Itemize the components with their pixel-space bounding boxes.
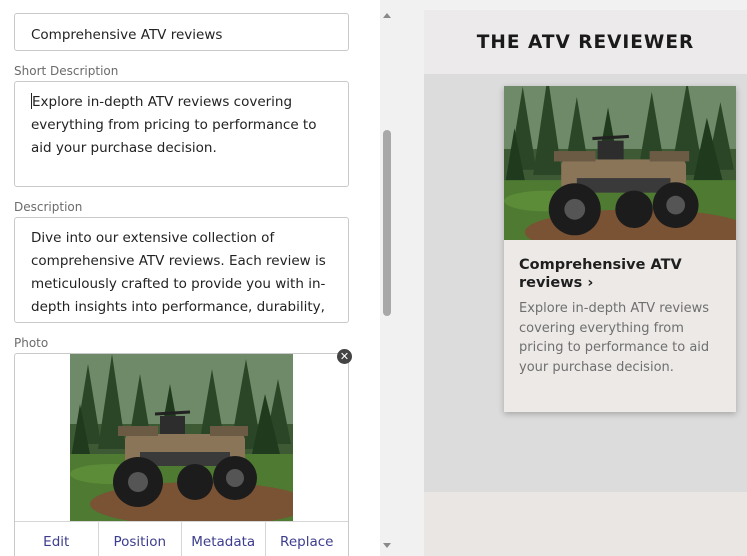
scrollbar-thumb[interactable]	[383, 130, 391, 316]
photo-label: Photo	[14, 336, 49, 350]
review-card[interactable]: Comprehensive ATV reviews › Explore in-d…	[504, 86, 736, 412]
scroll-up-icon[interactable]	[383, 13, 391, 18]
photo-metadata-button[interactable]: Metadata	[182, 522, 266, 556]
close-circle-icon[interactable]: ✕	[337, 349, 352, 364]
short-description-label: Short Description	[14, 64, 119, 78]
short-description-textarea[interactable]: Explore in-depth ATV reviews covering ev…	[14, 81, 349, 187]
card-description: Explore in-depth ATV reviews covering ev…	[519, 301, 710, 375]
photo-edit-button[interactable]: Edit	[15, 522, 99, 556]
photo-position-button[interactable]: Position	[99, 522, 182, 556]
editor-panel: Comprehensive ATV reviews Short Descript…	[0, 0, 395, 556]
description-label: Description	[14, 200, 83, 214]
card-image	[504, 86, 736, 240]
title-input-value: Comprehensive ATV reviews	[31, 27, 223, 43]
photo-replace-button[interactable]: Replace	[266, 522, 349, 556]
card-title[interactable]: Comprehensive ATV reviews ›	[519, 256, 724, 292]
short-description-value: Explore in-depth ATV reviews covering ev…	[31, 94, 317, 156]
photo-preview-image	[70, 354, 293, 521]
site-header: THE ATV REVIEWER	[424, 10, 747, 74]
scroll-down-icon[interactable]	[383, 543, 391, 548]
description-value: Dive into our extensive collection of co…	[31, 230, 326, 315]
site-title: THE ATV REVIEWER	[476, 31, 695, 53]
preview-panel: THE ATV REVIEWER Comprehensive ATV revie…	[395, 0, 747, 556]
editor-scrollbar[interactable]	[380, 0, 395, 556]
chevron-right-icon: ›	[587, 275, 594, 291]
card-title-text: Comprehensive ATV reviews	[519, 257, 682, 291]
description-textarea[interactable]: Dive into our extensive collection of co…	[14, 217, 349, 323]
photo-actions: Edit Position Metadata Replace	[15, 521, 348, 556]
title-input[interactable]: Comprehensive ATV reviews	[14, 13, 349, 51]
photo-field: Edit Position Metadata Replace	[14, 353, 349, 556]
site-preview: THE ATV REVIEWER Comprehensive ATV revie…	[424, 10, 747, 556]
